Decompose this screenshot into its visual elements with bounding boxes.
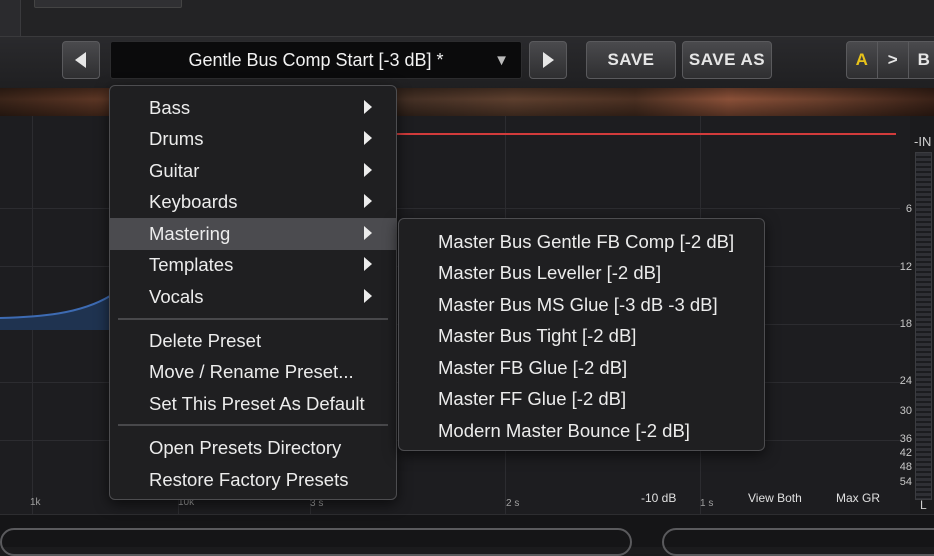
- menu-item-templates[interactable]: Templates: [110, 249, 396, 281]
- db-range-label[interactable]: -10 dB: [641, 491, 676, 505]
- submenu-item[interactable]: Master Bus Tight [-2 dB]: [399, 320, 764, 352]
- triangle-down-icon: ▼: [494, 52, 509, 69]
- menu-item-keyboards[interactable]: Keyboards: [110, 186, 396, 218]
- submenu-arrow-icon: [364, 131, 372, 145]
- meter-channel-label: L: [920, 498, 927, 512]
- meter-scale-label: 24: [899, 375, 912, 387]
- level-meter: [915, 152, 932, 500]
- meter-scale-label: 30: [899, 405, 912, 417]
- meter-scale-label: 36: [899, 433, 912, 445]
- meter-scale-label: 54: [899, 476, 912, 488]
- frequency-curve: [0, 295, 111, 330]
- submenu-arrow-icon: [364, 100, 372, 114]
- meter-input-label: -IN: [914, 134, 932, 149]
- freq-axis-label: 1k: [30, 497, 41, 508]
- submenu-item[interactable]: Master Bus MS Glue [-3 dB -3 dB]: [399, 289, 764, 321]
- menu-item-label: Keyboards: [149, 191, 238, 212]
- submenu-arrow-icon: [364, 257, 372, 271]
- bottom-control-left[interactable]: [0, 528, 632, 556]
- ab-a-button[interactable]: A: [847, 42, 878, 78]
- save-as-button[interactable]: SAVE AS: [682, 41, 772, 79]
- ab-b-button[interactable]: B: [909, 42, 934, 78]
- meter-scale-label: 18: [899, 318, 912, 330]
- preset-name-display[interactable]: Gentle Bus Comp Start [-3 dB] * ▼: [110, 41, 522, 79]
- meter-scale-label: 48: [899, 461, 912, 473]
- ab-copy-button[interactable]: >: [878, 42, 909, 78]
- menu-item-label: Bass: [149, 97, 191, 118]
- submenu-item[interactable]: Master FF Glue [-2 dB]: [399, 383, 764, 415]
- menu-item-label: Vocals: [149, 286, 204, 307]
- menu-item-set-default[interactable]: Set This Preset As Default: [110, 388, 396, 420]
- submenu-arrow-icon: [364, 226, 372, 240]
- submenu-item[interactable]: Modern Master Bounce [-2 dB]: [399, 415, 764, 447]
- menu-item-label: Templates: [149, 254, 234, 275]
- menu-item-mastering[interactable]: Mastering: [110, 218, 396, 250]
- menu-item-delete-preset[interactable]: Delete Preset: [110, 325, 396, 357]
- menu-item-restore-factory-presets[interactable]: Restore Factory Presets: [110, 464, 396, 496]
- submenu-arrow-icon: [364, 194, 372, 208]
- meter-scale-label: 12: [899, 261, 912, 273]
- view-mode-button[interactable]: View Both: [748, 491, 802, 505]
- save-button[interactable]: SAVE: [586, 41, 676, 79]
- submenu-item[interactable]: Master Bus Leveller [-2 dB]: [399, 257, 764, 289]
- menu-separator: [118, 424, 388, 426]
- submenu-arrow-icon: [364, 289, 372, 303]
- preset-menu: Bass Drums Guitar Keyboards Mastering Te…: [109, 85, 397, 500]
- menu-item-label: Guitar: [149, 160, 200, 181]
- ab-compare-group: A > B: [846, 41, 934, 79]
- submenu-item[interactable]: Master FB Glue [-2 dB]: [399, 352, 764, 384]
- triangle-left-icon: [75, 52, 86, 68]
- next-preset-button[interactable]: [529, 41, 567, 79]
- meter-scale-label: 6: [905, 203, 912, 215]
- menu-item-move-rename-preset[interactable]: Move / Rename Preset...: [110, 356, 396, 388]
- menu-separator: [118, 318, 388, 320]
- mastering-submenu: Master Bus Gentle FB Comp [-2 dB] Master…: [398, 218, 765, 451]
- menu-item-open-presets-directory[interactable]: Open Presets Directory: [110, 432, 396, 464]
- menu-item-guitar[interactable]: Guitar: [110, 155, 396, 187]
- time-axis-label: 2 s: [506, 498, 520, 509]
- meter-scale-label: 42: [899, 447, 912, 459]
- max-gr-button[interactable]: Max GR: [836, 491, 880, 505]
- preset-name: Gentle Bus Comp Start [-3 dB] *: [188, 49, 444, 70]
- menu-item-label: Mastering: [149, 223, 231, 244]
- prev-preset-button[interactable]: [62, 41, 100, 79]
- submenu-item[interactable]: Master Bus Gentle FB Comp [-2 dB]: [399, 226, 764, 258]
- bottom-control-right[interactable]: [662, 528, 934, 556]
- menu-item-vocals[interactable]: Vocals: [110, 281, 396, 313]
- top-left-panel: [0, 0, 21, 36]
- menu-item-drums[interactable]: Drums: [110, 123, 396, 155]
- threshold-line: [380, 133, 896, 135]
- menu-item-bass[interactable]: Bass: [110, 92, 396, 124]
- time-axis-label: 1 s: [700, 498, 714, 509]
- triangle-right-icon: [543, 52, 554, 68]
- menu-item-label: Drums: [149, 128, 204, 149]
- top-input-field[interactable]: [34, 0, 182, 8]
- submenu-arrow-icon: [364, 163, 372, 177]
